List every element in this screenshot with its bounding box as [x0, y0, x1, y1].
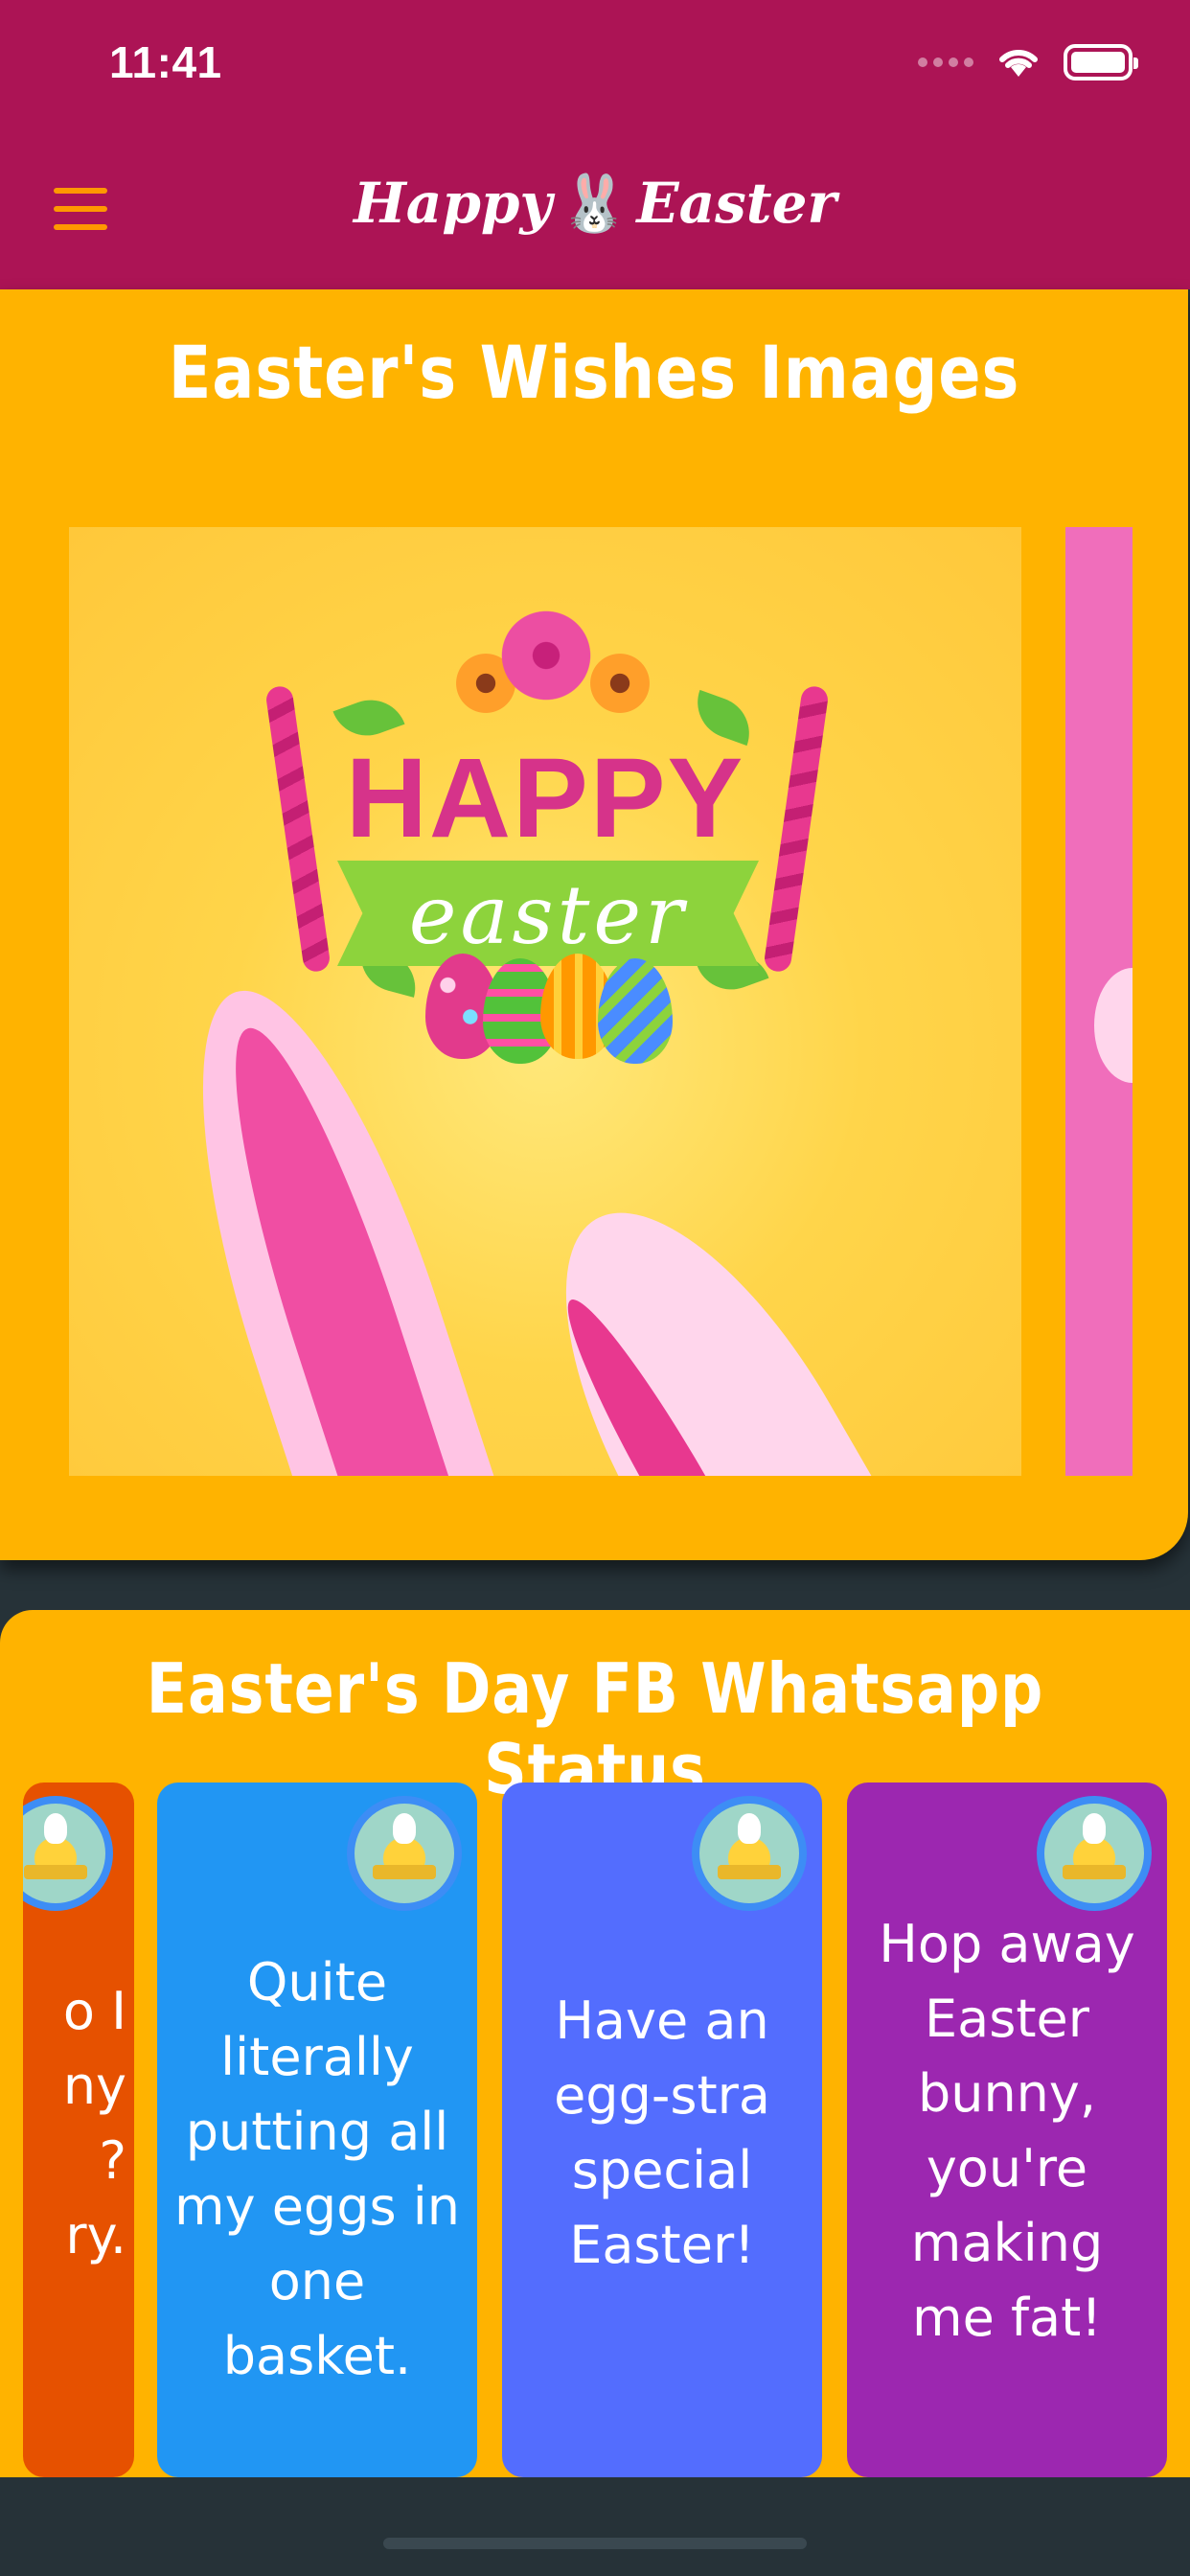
easter-wish-image[interactable]: HAPPY easter — [69, 527, 1021, 1476]
bunny-icon: 🐰 — [560, 171, 629, 236]
chick-avatar-icon — [347, 1796, 462, 1911]
chick-avatar-icon — [1037, 1796, 1152, 1911]
status-item-text: Quite literally putting all my eggs in o… — [173, 1952, 461, 2386]
flower-top-decoration — [494, 604, 598, 707]
bottom-bar — [0, 2477, 1190, 2576]
app-title: Happy 🐰 Easter — [0, 171, 1190, 237]
signal-icon — [918, 58, 973, 67]
wishes-images-card: Easter's Wishes Images HAPPY easter — [0, 289, 1188, 1560]
image-easter-text: easter — [408, 868, 688, 962]
status-icons — [918, 44, 1138, 80]
home-indicator[interactable] — [383, 2538, 807, 2549]
battery-icon — [1064, 44, 1138, 80]
wishes-section-title: Easter's Wishes Images — [168, 330, 1020, 415]
status-item-text: o I ny ? ry. — [62, 1981, 126, 2266]
wifi-icon — [999, 49, 1038, 77]
whatsapp-status-card: Easter's Day FB Whatsapp Status o I ny ?… — [0, 1610, 1190, 2477]
easter-egg-icon — [598, 958, 673, 1064]
image-happy-text: HAPPY — [345, 735, 745, 862]
chick-avatar-icon — [23, 1796, 113, 1911]
app-bar: 11:41 Happy 🐰 Easter — [0, 0, 1190, 289]
bunny-ear-right-decoration — [500, 1163, 922, 1476]
status-item[interactable]: Hop away Easter bunny, you're making me … — [847, 1782, 1167, 2477]
chick-avatar-icon — [692, 1796, 807, 1911]
app-title-right: Easter — [636, 171, 837, 236]
wishes-image-carousel[interactable]: HAPPY easter — [69, 527, 1188, 1476]
status-item-text: Have an egg-stra special Easter! — [554, 1990, 770, 2275]
app-title-left: Happy — [353, 171, 553, 236]
status-item-text: Hop away Easter bunny, you're making me … — [879, 1914, 1135, 2348]
status-item[interactable]: Quite literally putting all my eggs in o… — [157, 1782, 477, 2477]
status-time: 11:41 — [109, 37, 222, 87]
next-wish-image-peek[interactable] — [1065, 527, 1133, 1476]
status-item[interactable]: Have an egg-stra special Easter! — [502, 1782, 822, 2477]
status-item[interactable]: o I ny ? ry. — [23, 1782, 134, 2477]
status-carousel[interactable]: o I ny ? ry. Quite literally putting all… — [0, 1782, 1190, 2477]
